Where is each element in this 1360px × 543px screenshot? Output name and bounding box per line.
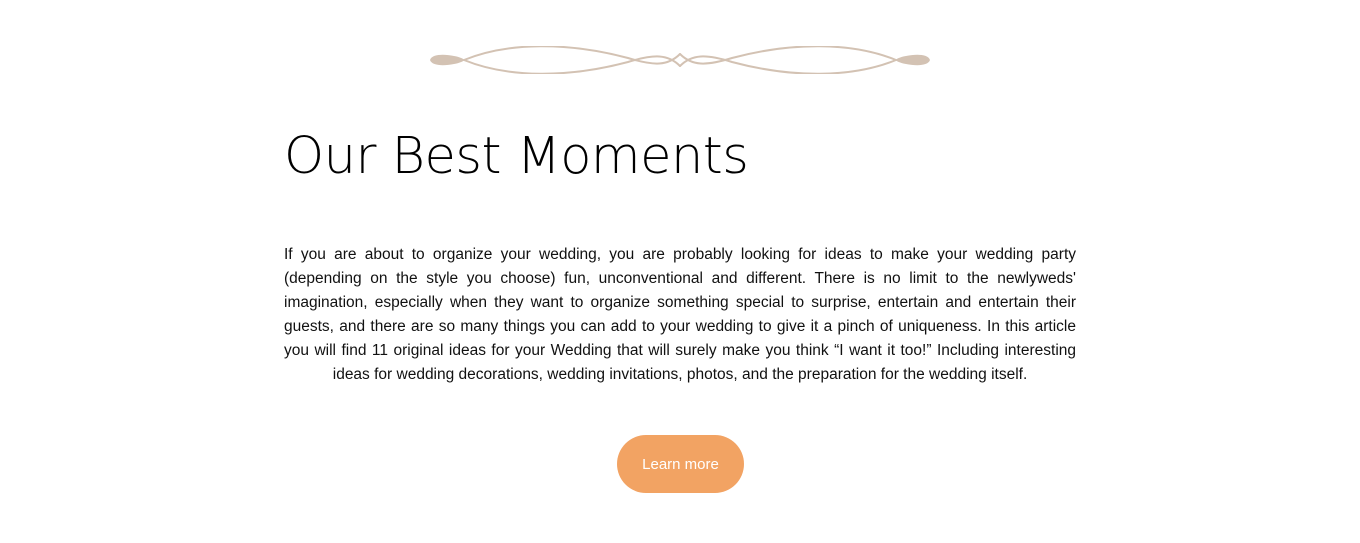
- intro-paragraph: If you are about to organize your weddin…: [284, 246, 1076, 383]
- section-title: Our Best Moments: [284, 127, 749, 186]
- ornamental-divider-icon: [430, 46, 930, 74]
- learn-more-button[interactable]: Learn more: [617, 435, 744, 493]
